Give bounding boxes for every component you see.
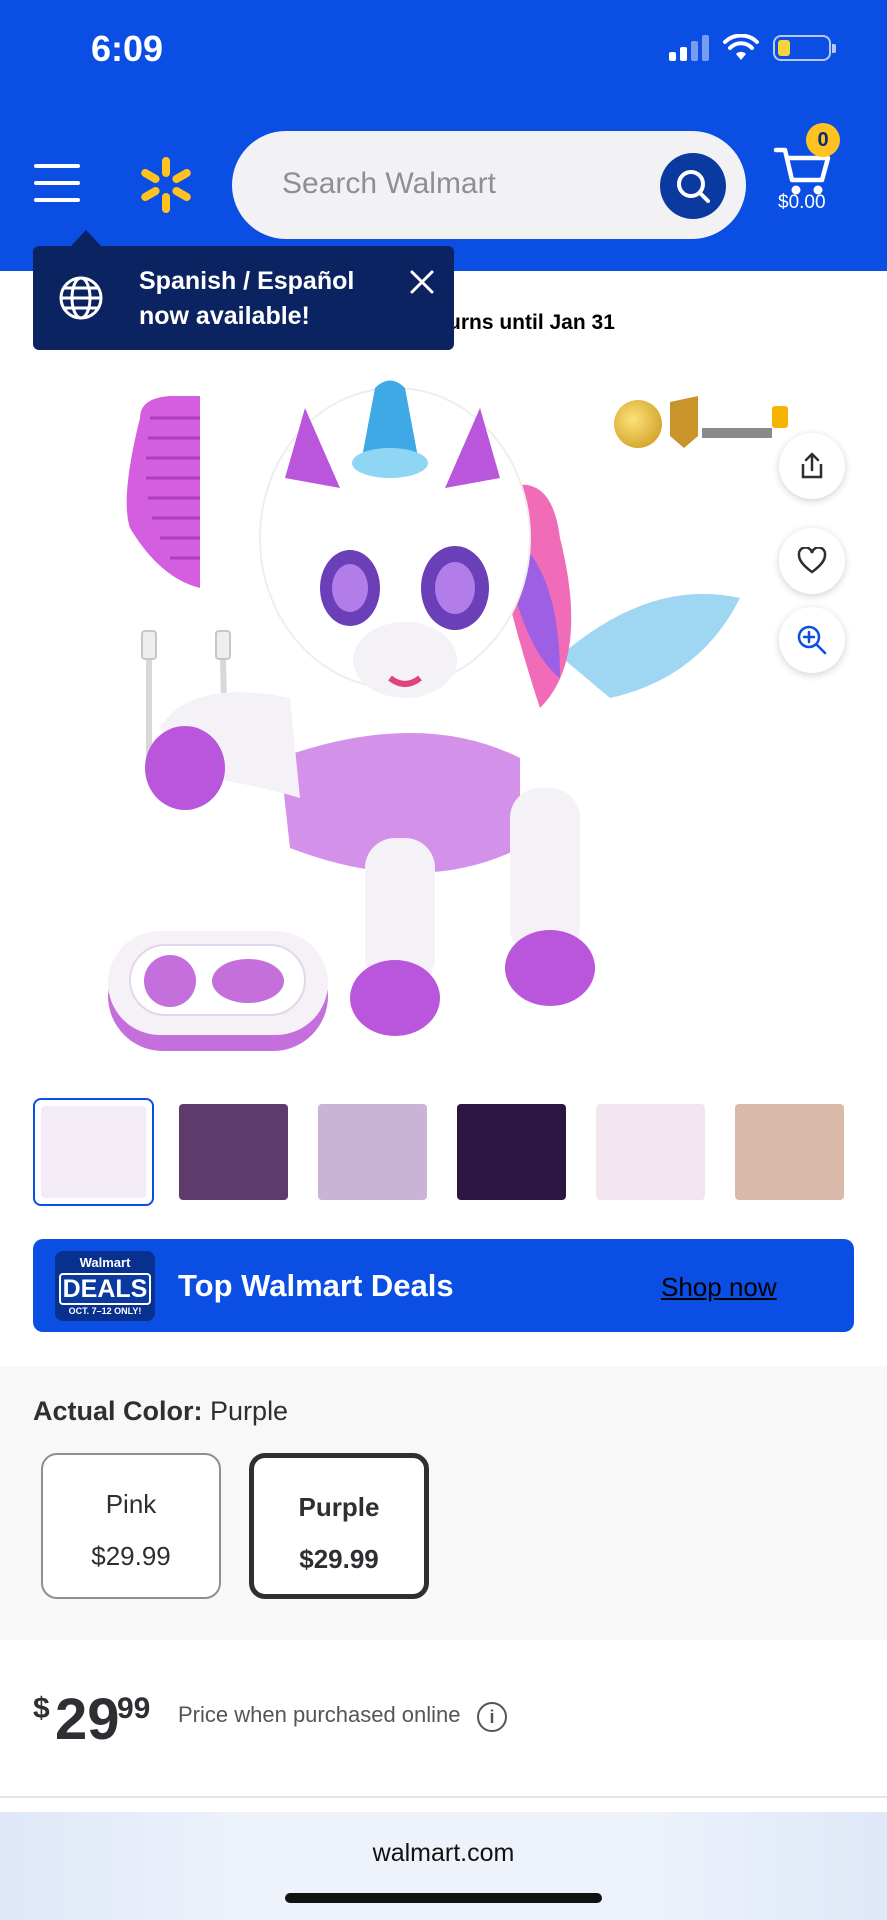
award-badge	[614, 400, 662, 448]
tooltip-message-line1: Spanish / Español	[139, 267, 355, 295]
battery-icon	[773, 35, 836, 61]
price-note: Price when purchased online	[178, 1702, 461, 1727]
color-label: Actual Color: Purple	[33, 1396, 288, 1427]
thumbnail-strip	[33, 1098, 853, 1206]
info-icon[interactable]: i	[477, 1702, 507, 1732]
thumbnail-5[interactable]	[590, 1098, 711, 1206]
deals-badge-top: Walmart	[79, 1255, 131, 1270]
favorite-button[interactable]	[779, 528, 845, 594]
color-option-name: Pink	[105, 1489, 157, 1519]
deals-badge: Walmart DEALS OCT. 7–12 ONLY!	[55, 1251, 155, 1321]
color-option-name: Purple	[298, 1492, 380, 1522]
product-image[interactable]	[90, 378, 798, 1080]
zoom-in-icon	[797, 625, 827, 655]
comb-illustration	[126, 396, 200, 588]
color-option-purple[interactable]: Purple $29.99	[249, 1453, 429, 1599]
zoom-button[interactable]	[779, 607, 845, 673]
deals-badge-main: DEALS	[59, 1273, 151, 1305]
thumbnail-image	[41, 1106, 146, 1198]
header: 6:09 Search Walmart 0 $0.00	[0, 0, 887, 271]
price-whole: 29	[55, 1687, 120, 1752]
search-icon	[677, 170, 710, 203]
official-store-badge	[670, 396, 788, 448]
color-selected-value: Purple	[210, 1396, 289, 1426]
remote-control-illustration	[108, 931, 328, 1051]
cellular-signal-icon	[669, 35, 709, 61]
color-label-key: Actual Color:	[33, 1396, 203, 1426]
color-option-pink[interactable]: Pink $29.99	[41, 1453, 221, 1599]
price-cents: 99	[117, 1692, 151, 1725]
cart-total: $0.00	[778, 192, 826, 213]
cart-count-badge: 0	[806, 123, 840, 157]
color-option-price: $29.99	[91, 1541, 171, 1571]
deals-title: Top Walmart Deals	[178, 1268, 454, 1303]
status-icons	[669, 34, 836, 62]
tooltip-message-line2: now available!	[139, 302, 310, 330]
walmart-spark-logo[interactable]	[138, 157, 194, 213]
globe-icon	[59, 276, 103, 320]
close-icon[interactable]	[408, 268, 436, 296]
thumbnail-2[interactable]	[173, 1098, 294, 1206]
color-option-price: $29.99	[299, 1544, 379, 1574]
color-selector: Actual Color: Purple Pink $29.99 Purple …	[0, 1366, 887, 1640]
returns-policy-text: urns until Jan 31	[448, 311, 615, 334]
share-icon	[801, 452, 823, 479]
thumbnail-image	[457, 1104, 566, 1200]
shop-now-link[interactable]: Shop now	[661, 1272, 777, 1303]
search-bar[interactable]: Search Walmart	[232, 131, 746, 239]
wifi-icon	[723, 34, 759, 60]
menu-button[interactable]	[34, 164, 80, 202]
thumbnail-6[interactable]	[729, 1098, 850, 1206]
divider	[0, 1796, 887, 1798]
tooltip-arrow	[70, 230, 102, 247]
thumbnail-image	[596, 1104, 705, 1200]
thumbnail-3[interactable]	[312, 1098, 433, 1206]
home-indicator[interactable]	[285, 1893, 602, 1903]
thumbnail-4[interactable]	[451, 1098, 572, 1206]
status-time: 6:09	[91, 28, 164, 69]
thumbnail-image	[179, 1104, 288, 1200]
deals-badge-dates: OCT. 7–12 ONLY!	[68, 1306, 142, 1316]
price-currency: $	[33, 1692, 50, 1725]
search-button[interactable]	[660, 153, 726, 219]
share-button[interactable]	[779, 433, 845, 499]
thumbnail-1[interactable]	[33, 1098, 154, 1206]
language-tooltip: Spanish / Español now available!	[33, 246, 454, 350]
url-text[interactable]: walmart.com	[0, 1839, 887, 1868]
search-input[interactable]: Search Walmart	[282, 167, 496, 201]
heart-icon	[797, 547, 827, 574]
thumbnail-image	[735, 1104, 844, 1200]
thumbnail-image	[318, 1104, 427, 1200]
deals-banner[interactable]: Walmart DEALS OCT. 7–12 ONLY! Top Walmar…	[33, 1239, 854, 1332]
tooltip-message: Spanish / Español now available!	[139, 264, 379, 334]
